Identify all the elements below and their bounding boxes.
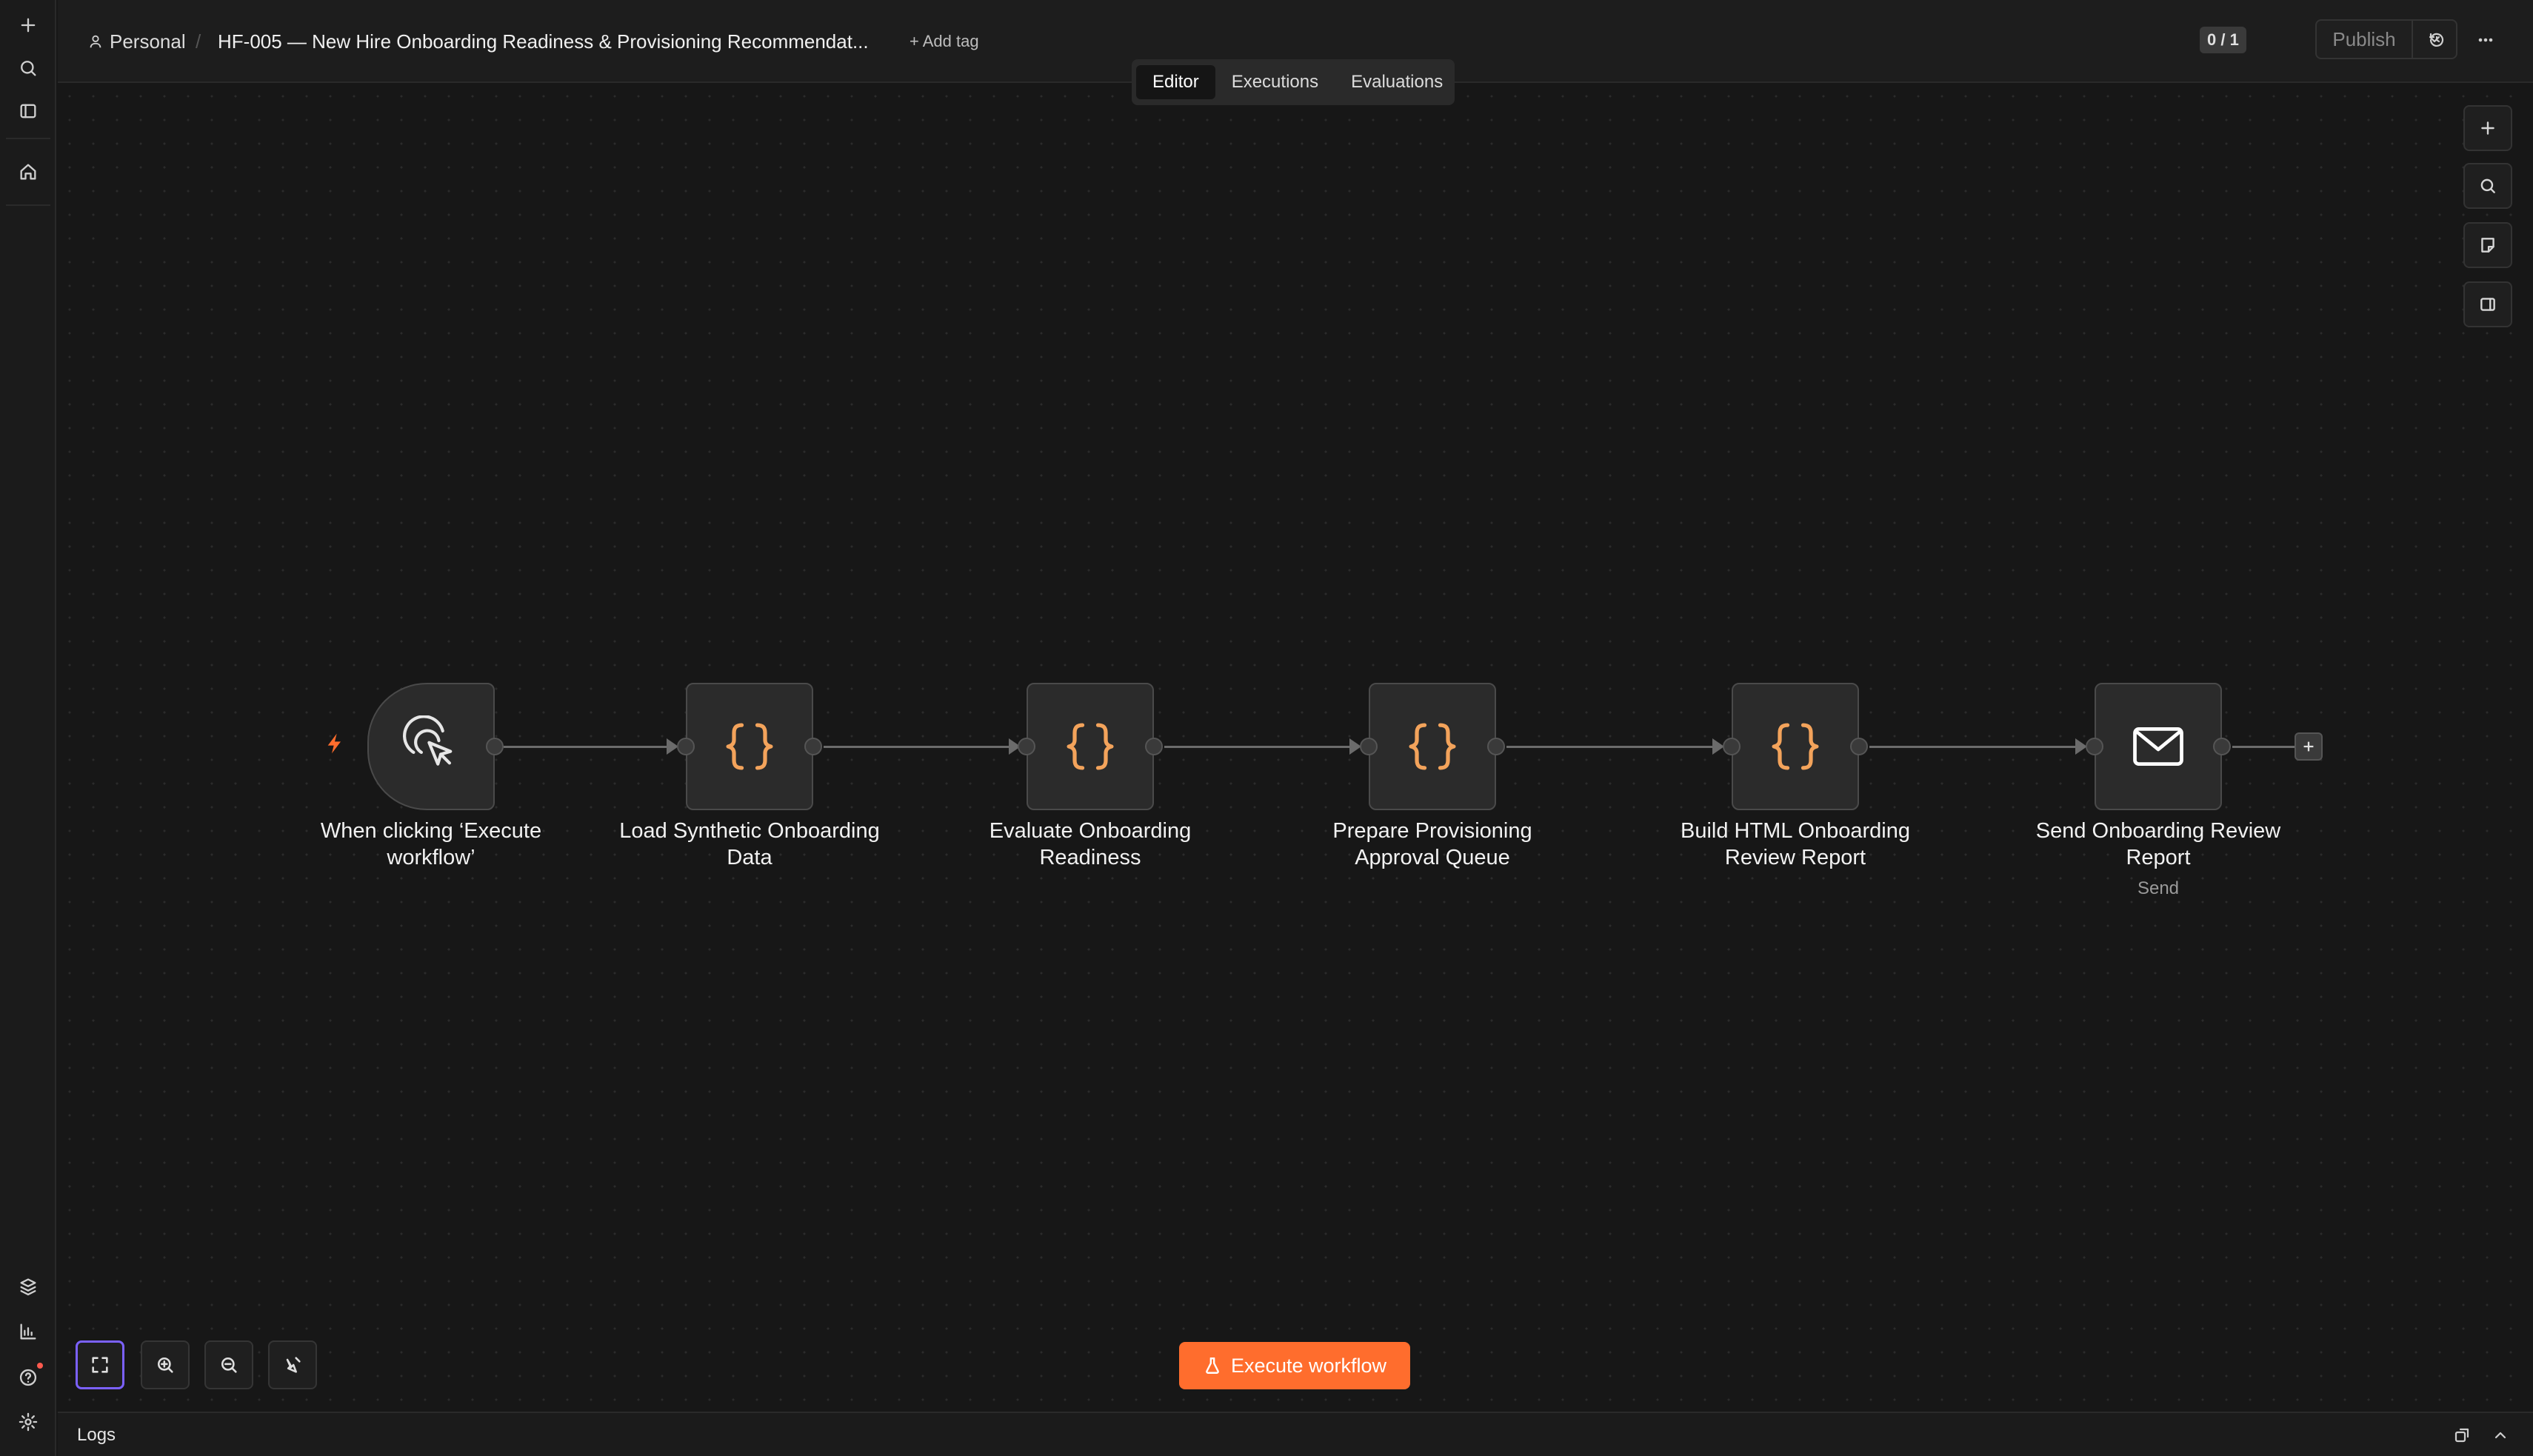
zoom-out-icon	[221, 1357, 237, 1373]
search-icon	[2480, 178, 2495, 193]
plus-icon	[2303, 741, 2314, 752]
tidy-up-button[interactable]	[268, 1340, 317, 1389]
sidebar-divider	[6, 204, 50, 206]
fit-to-view-icon	[92, 1357, 108, 1373]
chevron-up-icon	[2494, 1432, 2506, 1439]
add-next-node-button[interactable]	[2295, 732, 2323, 761]
execute-workflow-button[interactable]: Execute workflow	[1179, 1342, 1410, 1389]
templates-icon[interactable]	[10, 1269, 46, 1305]
code-braces-icon	[726, 723, 773, 770]
zoom-in-icon	[157, 1357, 173, 1373]
left-sidebar	[0, 0, 56, 1456]
node-load-synthetic-data[interactable]	[686, 683, 813, 810]
input-port[interactable]	[677, 738, 695, 755]
input-port[interactable]	[1018, 738, 1035, 755]
pop-out-icon	[2454, 1428, 2469, 1443]
version-history-button[interactable]	[2419, 22, 2454, 58]
pop-out-logs-button[interactable]	[2450, 1423, 2474, 1447]
tab-executions[interactable]: Executions	[1215, 65, 1335, 99]
tab-editor[interactable]: Editor	[1136, 65, 1215, 99]
zoom-in-button[interactable]	[141, 1340, 190, 1389]
flask-icon	[1206, 1358, 1219, 1374]
workflow-title[interactable]: HF-005 — New Hire Onboarding Readiness &…	[218, 27, 869, 56]
workflow-counter-badge: 0 / 1	[2200, 27, 2246, 53]
add-tag-button[interactable]: + Add tag	[910, 27, 979, 56]
code-braces-icon	[1409, 723, 1456, 770]
history-icon	[2429, 33, 2444, 47]
node-label: Build HTML Onboarding Review Report	[1680, 819, 1911, 869]
more-options-button[interactable]	[2468, 22, 2503, 58]
connection-edge	[824, 746, 1018, 748]
input-port[interactable]	[2086, 738, 2103, 755]
execute-workflow-label: Execute workflow	[1230, 1354, 1387, 1377]
breadcrumb-separator: /	[196, 30, 201, 53]
input-port[interactable]	[1723, 738, 1741, 755]
zoom-out-button[interactable]	[204, 1340, 253, 1389]
search-icon[interactable]	[10, 50, 46, 86]
toggle-panel-button[interactable]	[2463, 281, 2512, 327]
node-prepare-approval-queue[interactable]	[1369, 683, 1496, 810]
node-label: Evaluate Onboarding Readiness	[989, 819, 1192, 869]
toggle-sidebar-icon[interactable]	[10, 93, 46, 129]
panel-icon	[2480, 298, 2495, 311]
output-port[interactable]	[1850, 738, 1868, 755]
view-tabs: Editor Executions Evaluations	[1132, 59, 1455, 105]
node-subtitle: Send	[2137, 878, 2180, 898]
node-send-report-email[interactable]	[2095, 683, 2222, 810]
search-nodes-button[interactable]	[2463, 163, 2512, 209]
input-port[interactable]	[1360, 738, 1378, 755]
node-manual-trigger[interactable]	[367, 683, 495, 810]
trigger-bolt-icon	[327, 733, 341, 754]
add-node-button[interactable]	[2463, 105, 2512, 151]
node-label: When clicking ‘Execute workflow’	[320, 819, 542, 869]
expand-logs-button[interactable]	[2489, 1423, 2512, 1447]
tab-evaluations[interactable]: Evaluations	[1335, 65, 1459, 99]
insights-icon[interactable]	[10, 1314, 46, 1349]
project-name: Personal	[110, 30, 186, 53]
notification-dot	[37, 1363, 43, 1369]
output-port[interactable]	[2213, 738, 2231, 755]
ellipsis-icon	[2478, 38, 2493, 42]
home-icon[interactable]	[10, 154, 46, 190]
node-label: Prepare Provisioning Approval Queue	[1332, 819, 1532, 869]
node-build-html-report[interactable]	[1732, 683, 1859, 810]
user-icon	[90, 35, 101, 48]
output-port[interactable]	[1487, 738, 1505, 755]
connection-edge	[504, 746, 675, 748]
publish-button[interactable]: Publish	[2317, 21, 2413, 58]
output-port[interactable]	[1145, 738, 1163, 755]
sticky-note-icon	[2481, 238, 2494, 253]
connection-edge	[1164, 746, 1358, 748]
fit-view-button[interactable]	[76, 1340, 124, 1389]
settings-icon[interactable]	[10, 1404, 46, 1440]
code-braces-icon	[1772, 723, 1819, 770]
sidebar-divider	[6, 138, 50, 139]
cursor-click-icon	[403, 715, 453, 766]
node-evaluate-readiness[interactable]	[1027, 683, 1154, 810]
code-braces-icon	[1067, 723, 1114, 770]
node-label: Load Synthetic Onboarding Data	[619, 819, 880, 869]
breadcrumb-project[interactable]: Personal	[87, 27, 186, 56]
logs-label: Logs	[77, 1425, 116, 1445]
logs-panel-bar[interactable]: Logs	[58, 1412, 2533, 1456]
node-label: Send Onboarding Review Report	[2035, 819, 2281, 869]
plus-icon	[2481, 121, 2494, 135]
broom-icon	[286, 1357, 301, 1373]
output-port[interactable]	[486, 738, 504, 755]
add-icon[interactable]	[10, 7, 46, 43]
connection-edge	[1869, 746, 2084, 748]
add-sticky-note-button[interactable]	[2463, 222, 2512, 268]
output-port[interactable]	[804, 738, 822, 755]
help-icon[interactable]	[10, 1360, 46, 1395]
envelope-icon	[2133, 727, 2183, 766]
connection-edge	[1506, 746, 1721, 748]
connection-edge	[2232, 746, 2296, 748]
